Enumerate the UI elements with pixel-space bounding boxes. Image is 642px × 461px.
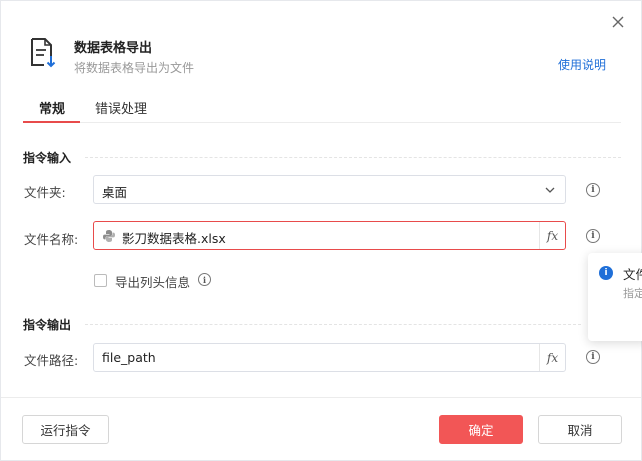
python-icon [103,230,115,242]
tab-bar: 常规 错误处理 [23,91,621,123]
dialog-title: 数据表格导出 [74,41,153,56]
export-header-checkbox[interactable] [94,274,107,287]
tooltip-description: 指定 [623,287,642,300]
cancel-button[interactable]: 取消 [538,415,622,444]
document-export-icon [31,38,56,68]
fx-button[interactable]: fx [539,344,565,371]
close-icon[interactable] [609,13,627,31]
path-label: 文件路径: [24,353,79,368]
run-command-button[interactable]: 运行指令 [22,415,109,444]
export-dialog: 数据表格导出 将数据表格导出为文件 使用说明 常规 错误处理 指令输入 文件夹:… [0,0,642,461]
footer-divider [1,397,641,398]
info-tooltip: i 文件 指定 [588,253,642,341]
section-title-input: 指令输入 [23,151,72,165]
fx-button[interactable]: fx [539,222,565,249]
section-divider [85,324,581,325]
info-icon[interactable]: i [586,183,600,197]
info-icon[interactable]: i [586,350,600,364]
filename-label: 文件名称: [24,232,79,247]
path-value: file_path [102,350,156,365]
dialog-subtitle: 将数据表格导出为文件 [74,61,195,75]
tooltip-title: 文件 [623,267,642,282]
folder-select[interactable]: 桌面 [93,175,566,204]
tab-general[interactable]: 常规 [39,98,65,117]
filename-value: 影刀数据表格.xlsx [122,231,226,246]
active-tab-indicator [23,121,80,123]
filename-input[interactable]: 影刀数据表格.xlsx fx [93,221,566,250]
info-icon[interactable]: i [586,229,600,243]
chevron-down-icon [545,187,555,193]
path-input[interactable]: file_path fx [93,343,566,372]
folder-value: 桌面 [102,185,128,200]
section-divider [85,157,621,158]
info-icon: i [599,266,613,280]
section-title-output: 指令输出 [23,318,72,332]
tab-error-handling[interactable]: 错误处理 [95,98,147,117]
info-icon[interactable]: i [198,273,211,286]
folder-label: 文件夹: [24,185,66,200]
confirm-button[interactable]: 确定 [439,415,523,444]
help-link[interactable]: 使用说明 [558,56,606,73]
export-header-label: 导出列头信息 [115,275,191,290]
